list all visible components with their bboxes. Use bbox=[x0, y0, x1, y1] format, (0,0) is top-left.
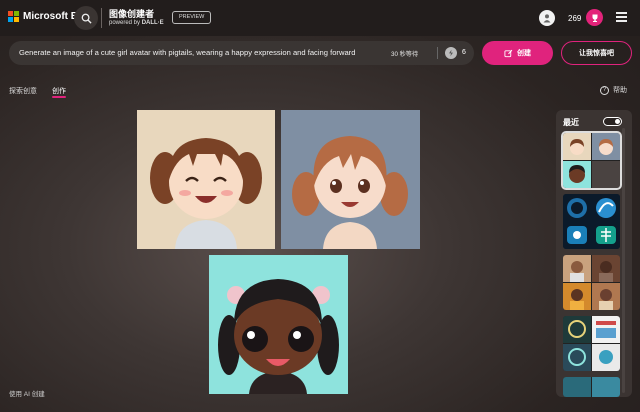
active-tab-indicator bbox=[52, 96, 66, 98]
coin-count[interactable]: 269 bbox=[568, 14, 581, 23]
prompt-box[interactable]: Generate an image of a cute girl avatar … bbox=[9, 41, 474, 65]
tab-creations[interactable]: 创作 bbox=[52, 86, 66, 96]
recent-thumbnail-2[interactable] bbox=[563, 194, 620, 249]
recent-thumbnail-4[interactable] bbox=[563, 316, 620, 371]
help-label: 帮助 bbox=[613, 87, 627, 94]
recent-thumbnail-1[interactable] bbox=[561, 131, 622, 190]
create-button[interactable]: 创建 bbox=[482, 41, 553, 65]
recent-thumbnail-3[interactable] bbox=[563, 255, 620, 310]
prompt-divider bbox=[437, 47, 438, 59]
wait-time-label: 30 秒等待 bbox=[391, 51, 419, 58]
create-icon bbox=[504, 49, 513, 57]
product-title: 图像创建者 bbox=[109, 9, 155, 19]
help-icon: ? bbox=[600, 85, 609, 95]
boost-count: 6 bbox=[462, 49, 466, 56]
recent-thumbnail-5[interactable] bbox=[563, 377, 620, 397]
recent-scrollbar[interactable] bbox=[622, 128, 625, 393]
product-name: 图像创建者 powered by DALL·E bbox=[109, 9, 164, 27]
recent-title: 最近 bbox=[563, 118, 579, 127]
preview-badge: PREVIEW bbox=[172, 11, 212, 24]
help-link[interactable]: ? 帮助 bbox=[600, 85, 627, 95]
recent-panel: 最近 bbox=[556, 110, 632, 397]
footer-note: 使用 AI 创建 bbox=[9, 391, 45, 398]
microsoft-logo-icon bbox=[8, 11, 19, 22]
tab-explore[interactable]: 探索创意 bbox=[9, 86, 37, 96]
boost-icon bbox=[445, 47, 457, 59]
user-avatar[interactable] bbox=[539, 10, 555, 26]
rewards-button[interactable] bbox=[586, 9, 603, 26]
generated-image-1[interactable] bbox=[137, 110, 275, 249]
generated-image-3[interactable] bbox=[209, 255, 348, 394]
user-avatar-icon bbox=[543, 14, 551, 23]
product-subtitle: powered by DALL·E bbox=[109, 20, 164, 26]
prompt-input[interactable]: Generate an image of a cute girl avatar … bbox=[19, 48, 369, 57]
top-bar: Microsoft Bing 图像创建者 powered by DALL·E P… bbox=[0, 0, 640, 36]
recent-toggle[interactable] bbox=[603, 117, 622, 126]
search-icon bbox=[81, 13, 92, 24]
generated-image-2[interactable] bbox=[281, 110, 420, 249]
trophy-icon bbox=[592, 14, 597, 22]
search-button[interactable] bbox=[74, 6, 98, 30]
header-divider bbox=[101, 8, 102, 28]
hamburger-menu-icon[interactable] bbox=[616, 12, 627, 22]
create-button-label: 创建 bbox=[517, 50, 531, 57]
surprise-me-button[interactable]: 让我惊喜吧 bbox=[561, 41, 632, 65]
